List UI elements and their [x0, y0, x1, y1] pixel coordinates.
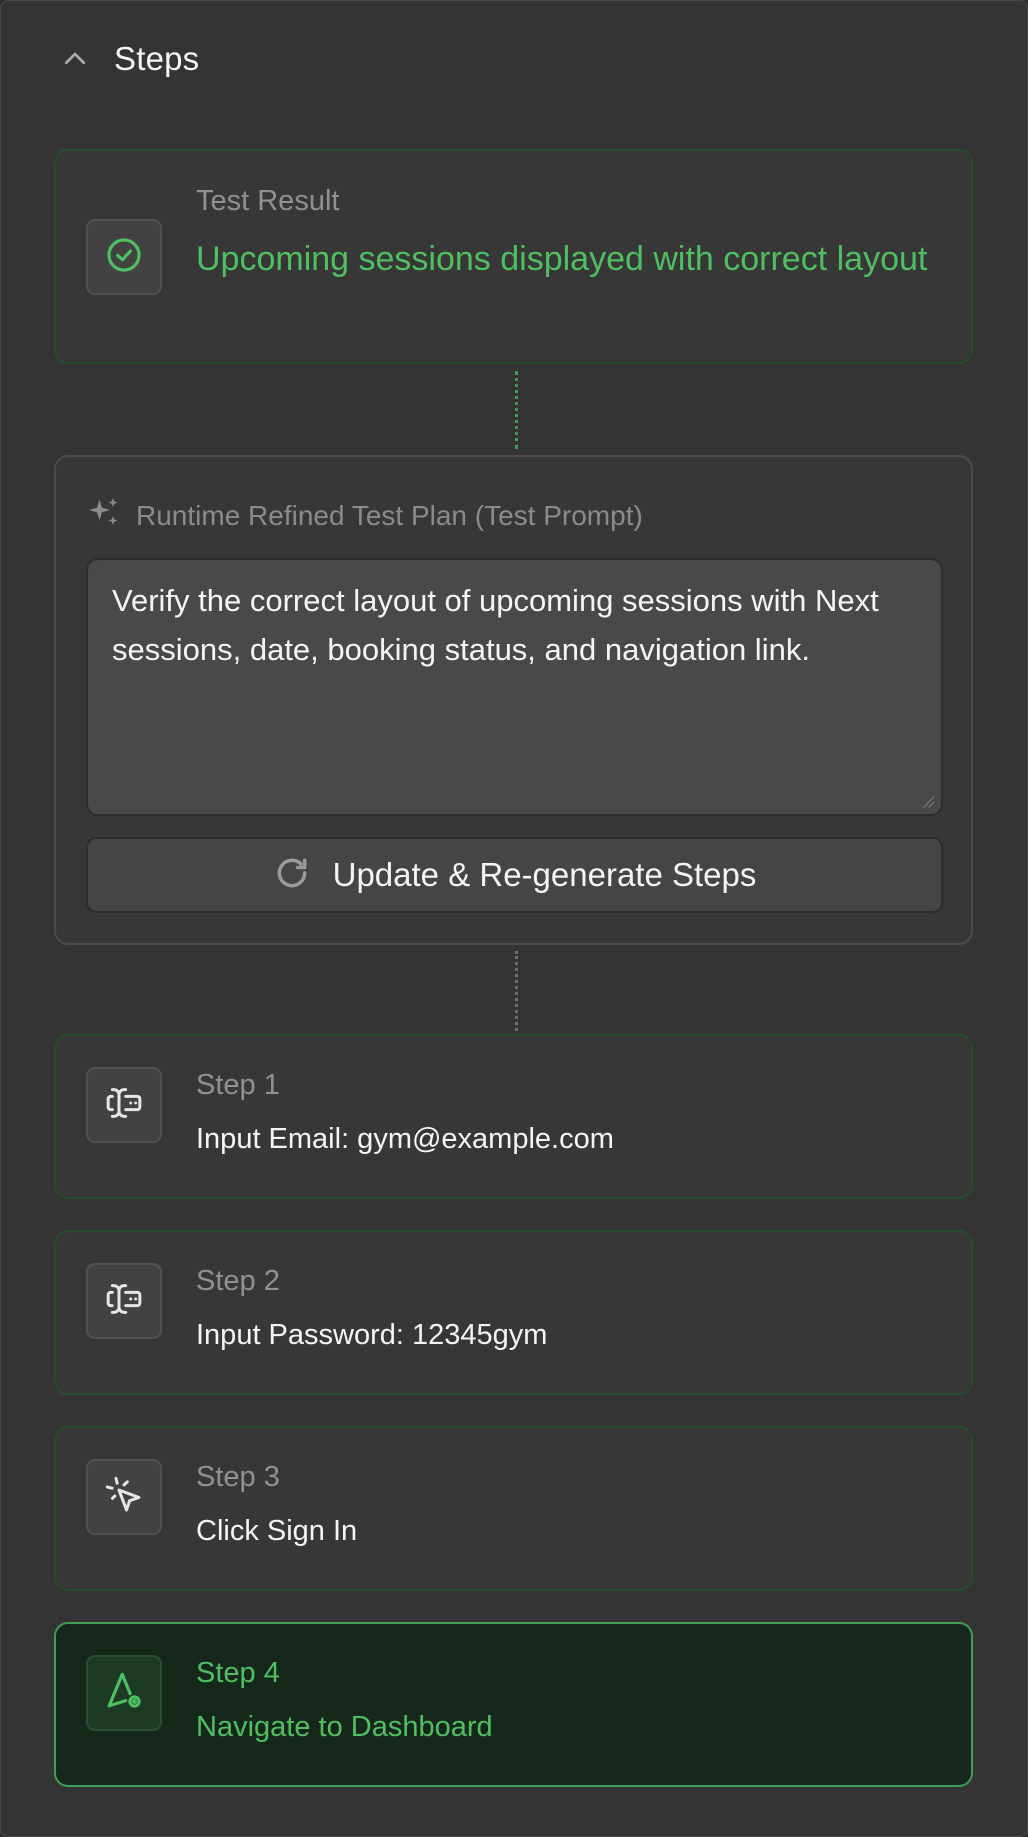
step-label: Step 2: [196, 1265, 280, 1297]
resize-grip-icon[interactable]: [921, 794, 935, 808]
result-icon-box: [86, 219, 162, 295]
sparkles-icon: [86, 495, 122, 536]
test-result-label: Test Result: [196, 185, 340, 217]
test-plan-label: Runtime Refined Test Plan (Test Prompt): [136, 499, 643, 531]
step-action: Input Password: 12345gym: [196, 1319, 548, 1351]
test-prompt-text: Verify the correct layout of upcoming se…: [112, 583, 879, 667]
mouse-pointer-click-icon: [104, 1475, 144, 1520]
step-icon-box: [86, 1067, 162, 1143]
step-icon-box: [86, 1263, 162, 1339]
step-card-2[interactable]: Step 2 Input Password: 12345gym: [54, 1230, 973, 1395]
step-action: Navigate to Dashboard: [196, 1711, 493, 1743]
step-action: Input Email: gym@example.com: [196, 1123, 614, 1155]
step-label: Step 3: [196, 1461, 280, 1493]
text-cursor-input-icon: [104, 1279, 144, 1324]
navigation-pin-icon: [103, 1670, 145, 1717]
check-circle-icon: [105, 236, 143, 279]
step-card-1[interactable]: Step 1 Input Email: gym@example.com: [54, 1034, 973, 1199]
regenerate-button-label: Update & Re-generate Steps: [332, 856, 757, 893]
chevron-up-icon[interactable]: [58, 42, 92, 76]
steps-panel: Steps Test Result Upcoming sessions disp…: [0, 0, 1028, 1837]
step-card-3[interactable]: Step 3 Click Sign In: [54, 1426, 973, 1591]
regenerate-steps-button[interactable]: Update & Re-generate Steps: [86, 837, 943, 913]
test-result-card: Test Result Upcoming sessions displayed …: [54, 149, 973, 364]
step-card-4-active[interactable]: Step 4 Navigate to Dashboard: [54, 1622, 973, 1787]
step-label: Step 1: [196, 1069, 280, 1101]
connector-line: [515, 371, 518, 449]
step-label: Step 4: [196, 1657, 280, 1689]
step-icon-box: [86, 1655, 162, 1731]
connector-line: [515, 951, 518, 1031]
step-action: Click Sign In: [196, 1515, 358, 1547]
test-prompt-textarea[interactable]: Verify the correct layout of upcoming se…: [86, 558, 943, 816]
panel-title: Steps: [114, 40, 200, 77]
step-icon-box: [86, 1459, 162, 1535]
steps-header-toggle[interactable]: Steps: [58, 37, 199, 81]
test-plan-card: Runtime Refined Test Plan (Test Prompt) …: [54, 455, 973, 945]
test-result-title: Upcoming sessions displayed with correct…: [196, 240, 928, 278]
text-cursor-input-icon: [104, 1083, 144, 1128]
refresh-icon: [273, 854, 311, 897]
